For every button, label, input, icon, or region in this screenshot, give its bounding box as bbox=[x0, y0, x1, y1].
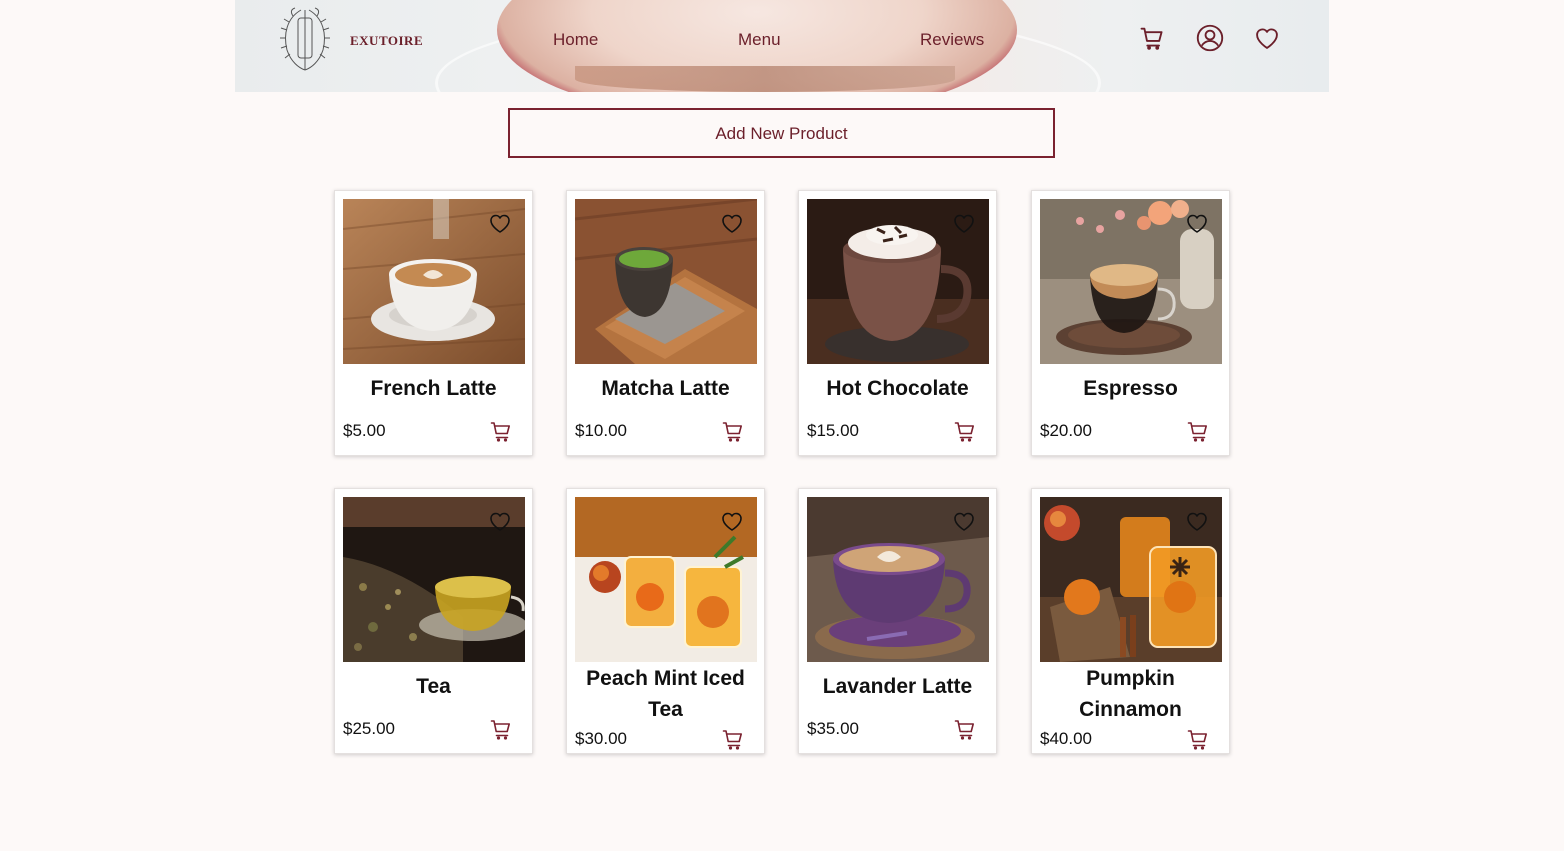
product-price: $5.00 bbox=[343, 421, 386, 440]
product-name: Hot Chocolate bbox=[826, 377, 969, 400]
product-price: $30.00 bbox=[575, 729, 627, 748]
favorite-heart-icon[interactable] bbox=[952, 510, 976, 532]
add-to-cart-icon[interactable] bbox=[1186, 727, 1210, 751]
product-card[interactable]: Peach Mint Iced Tea $30.00 bbox=[566, 488, 765, 754]
favorite-heart-icon[interactable] bbox=[488, 510, 512, 532]
product-card[interactable]: Tea $25.00 bbox=[334, 488, 533, 754]
site-header: EXUTOIRE Home Menu Reviews bbox=[235, 0, 1329, 92]
favorite-heart-icon[interactable] bbox=[720, 510, 744, 532]
product-name: Espresso bbox=[1083, 377, 1178, 400]
product-card[interactable]: Hot Chocolate $15.00 bbox=[798, 190, 997, 456]
user-icon[interactable] bbox=[1196, 24, 1224, 52]
add-to-cart-icon[interactable] bbox=[489, 717, 513, 741]
product-name: French Latte bbox=[370, 377, 497, 400]
add-to-cart-icon[interactable] bbox=[721, 727, 745, 751]
favorite-heart-icon[interactable] bbox=[488, 212, 512, 234]
add-to-cart-icon[interactable] bbox=[953, 419, 977, 443]
product-price: $35.00 bbox=[807, 719, 859, 738]
nav-reviews[interactable]: Reviews bbox=[920, 30, 984, 50]
nav-menu[interactable]: Menu bbox=[738, 30, 781, 50]
product-name: Tea bbox=[416, 675, 451, 698]
product-name: Pumpkin Cinnamon bbox=[1079, 667, 1182, 721]
product-price: $20.00 bbox=[1040, 421, 1092, 440]
add-new-product-button[interactable]: Add New Product bbox=[508, 108, 1055, 158]
heart-icon[interactable] bbox=[1253, 24, 1281, 52]
product-name: Matcha Latte bbox=[601, 377, 730, 400]
header-banner-foam bbox=[575, 66, 955, 92]
add-to-cart-icon[interactable] bbox=[489, 419, 513, 443]
product-name: Lavander Latte bbox=[822, 675, 973, 698]
product-price: $40.00 bbox=[1040, 729, 1092, 748]
brand-logo-icon[interactable] bbox=[273, 4, 337, 72]
cart-icon[interactable] bbox=[1138, 24, 1166, 52]
favorite-heart-icon[interactable] bbox=[1185, 212, 1209, 234]
product-card[interactable]: Matcha Latte $10.00 bbox=[566, 190, 765, 456]
page: EXUTOIRE Home Menu Reviews Add New Produ… bbox=[0, 0, 1564, 851]
add-to-cart-icon[interactable] bbox=[721, 419, 745, 443]
product-price: $25.00 bbox=[343, 719, 395, 738]
brand-name: EXUTOIRE bbox=[350, 33, 424, 48]
product-card[interactable]: Lavander Latte $35.00 bbox=[798, 488, 997, 754]
favorite-heart-icon[interactable] bbox=[952, 212, 976, 234]
favorite-heart-icon[interactable] bbox=[720, 212, 744, 234]
nav-home[interactable]: Home bbox=[553, 30, 598, 50]
add-to-cart-icon[interactable] bbox=[953, 717, 977, 741]
add-to-cart-icon[interactable] bbox=[1186, 419, 1210, 443]
product-name: Peach Mint Iced Tea bbox=[586, 667, 745, 721]
product-price: $15.00 bbox=[807, 421, 859, 440]
product-card[interactable]: French Latte $5.00 bbox=[334, 190, 533, 456]
product-price: $10.00 bbox=[575, 421, 627, 440]
product-card[interactable]: Espresso $20.00 bbox=[1031, 190, 1230, 456]
product-card[interactable]: Pumpkin Cinnamon $40.00 bbox=[1031, 488, 1230, 754]
favorite-heart-icon[interactable] bbox=[1185, 510, 1209, 532]
